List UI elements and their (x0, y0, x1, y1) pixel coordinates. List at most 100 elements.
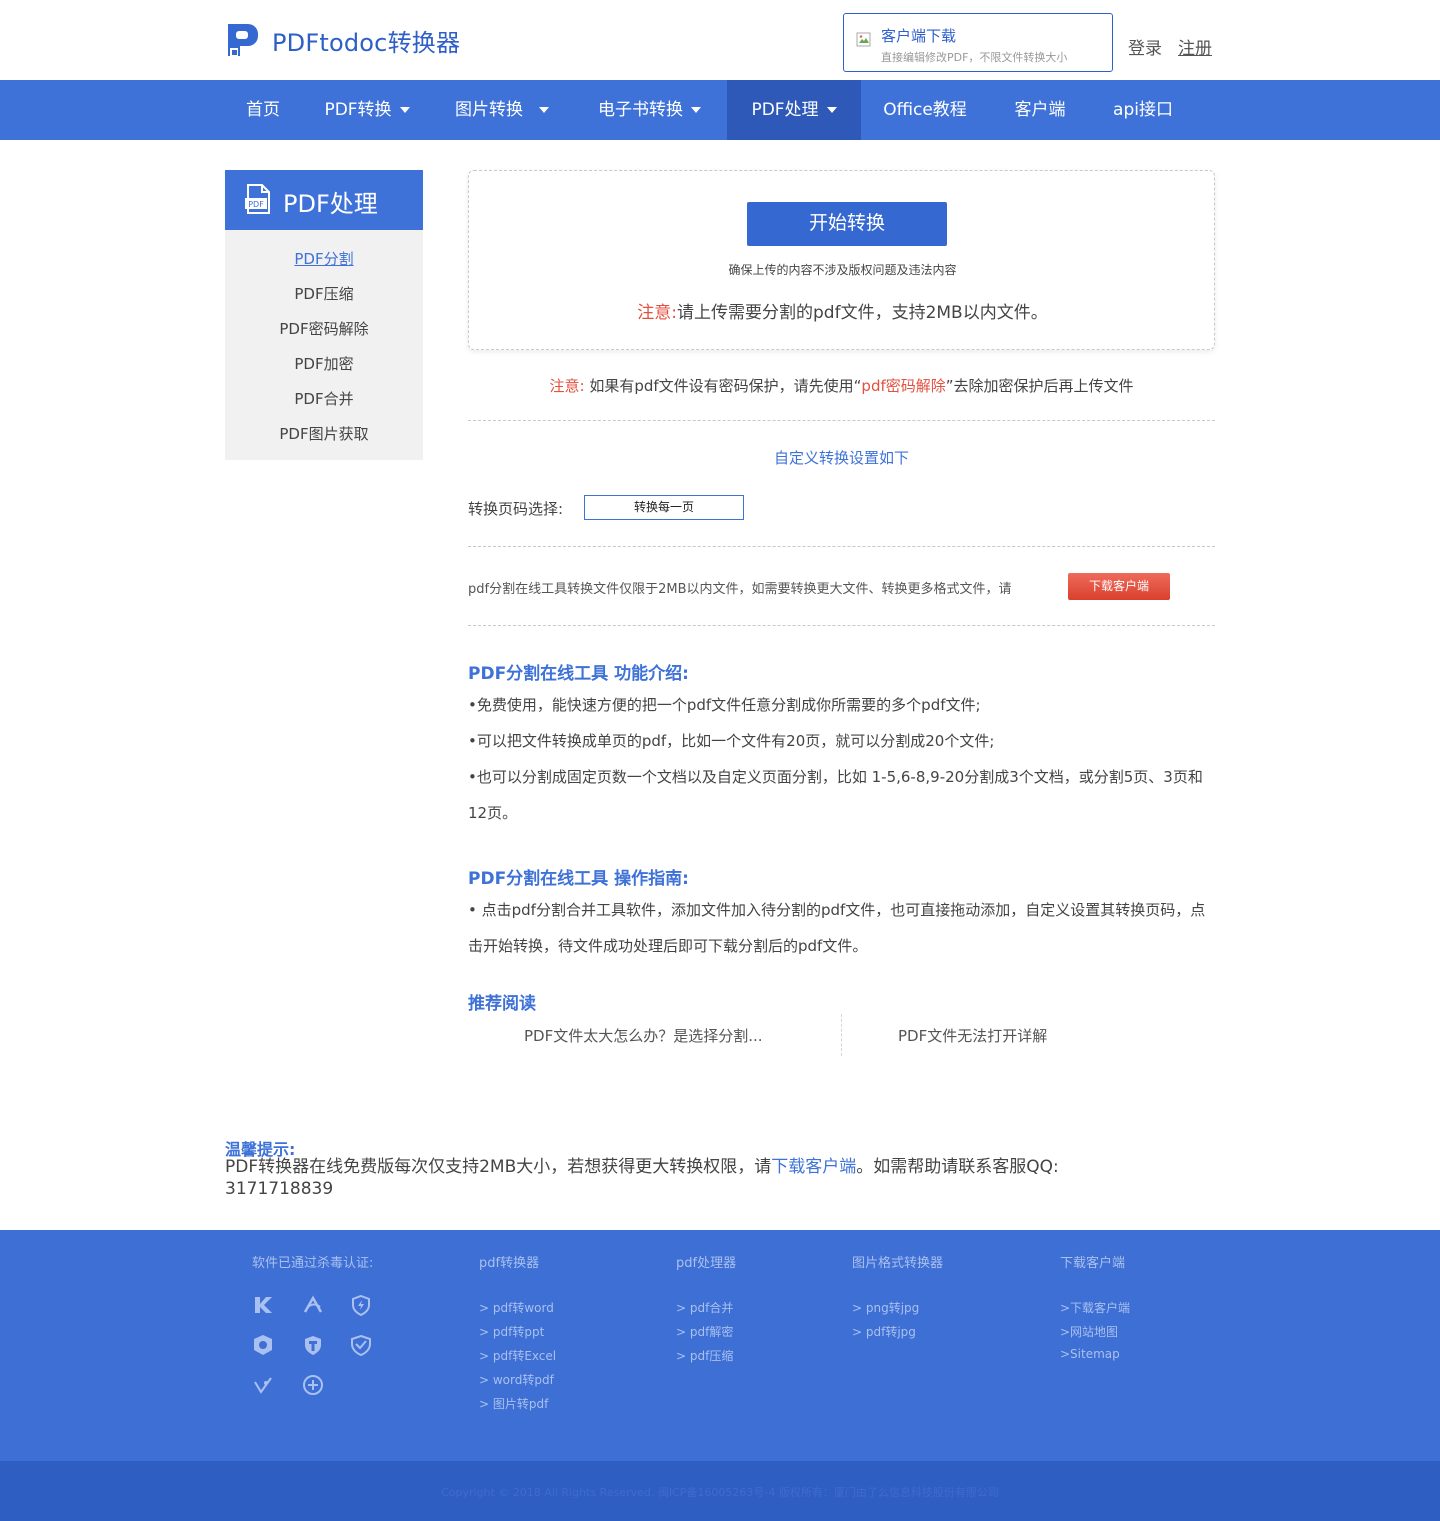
footer-col-title-pdf-converter: pdf转换器 (479, 1256, 540, 1271)
caret-down-icon (399, 107, 410, 113)
sidebar-item-pdf-encrypt[interactable]: PDF加密 (225, 353, 423, 374)
nav-label: 电子书转换 (598, 100, 683, 120)
sidebar-item-pdf-compress[interactable]: PDF压缩 (225, 283, 423, 304)
caret-down-icon (539, 107, 549, 113)
divider (468, 546, 1215, 547)
360-shield-icon (254, 1335, 272, 1355)
password-note-prefix: 注意: (549, 377, 585, 395)
pdf-file-icon: PDF (245, 184, 270, 214)
feature-intro-line: •也可以分割成固定页数一个文档以及自定义页面分割，比如 1-5,6-8,9-20… (468, 768, 1203, 822)
sidebar-item-pdf-merge[interactable]: PDF合并 (225, 388, 423, 409)
feature-intro-line: •可以把文件转换成单页的pdf，比如一个文件有20页，就可以分割成20个文件; (468, 732, 995, 750)
nav-label: 首页 (246, 100, 280, 120)
nav-label: PDF处理 (751, 100, 819, 120)
site-logo[interactable]: PDFtodoc转换器 (224, 22, 460, 58)
copyright-bar: Copyright © 2018 All Rights Reserved. 闽I… (0, 1461, 1440, 1521)
footer-security-title: 软件已通过杀毒认证: (252, 1256, 374, 1271)
footer-link[interactable]: > pdf转ppt (479, 1323, 544, 1340)
footer-col-title-download-client: 下载客户端 (1060, 1256, 1126, 1271)
page-range-select[interactable]: 转换每一页 (584, 495, 744, 520)
nav-item-office-tutorial[interactable]: Office教程 (861, 80, 989, 140)
feature-intro-title: PDF分割在线工具 功能介绍: (468, 664, 689, 684)
recommend-link[interactable]: PDF文件太大怎么办？是选择分割... (524, 1025, 763, 1046)
size-limit-text: pdf分割在线工具转换文件仅限于2MB以内文件，如需要转换更大文件、转换更多格式… (468, 582, 1012, 597)
divider (468, 420, 1215, 421)
footer-link[interactable]: > pdf转Excel (479, 1347, 556, 1364)
plus-circle-icon (303, 1375, 323, 1395)
sidebar-item-pdf-password-remove[interactable]: PDF密码解除 (225, 318, 423, 339)
nav-item-ebook-convert[interactable]: 电子书转换 (572, 80, 727, 140)
password-note-text-end: ”去除加密保护后再上传文件 (945, 377, 1134, 395)
avira-icon (303, 1295, 323, 1313)
client-download-box[interactable]: 客户端下载 直接编辑修改PDF，不限文件转换大小 (843, 13, 1113, 72)
footer-col-title-pdf-processor: pdf处理器 (676, 1256, 737, 1271)
tip-download-client-link[interactable]: 下载客户端 (771, 1157, 856, 1177)
footer-link[interactable]: > pdf转jpg (852, 1323, 916, 1340)
footer-link[interactable]: > pdf合并 (676, 1299, 733, 1316)
password-note: 注意: 如果有pdf文件设有密码保护，请先使用“pdf密码解除”去除加密保护后再… (468, 375, 1215, 396)
password-note-text: 如果有pdf文件设有密码保护，请先使用“ (589, 377, 862, 395)
sidebar-header: PDF PDF处理 (225, 170, 423, 230)
copyright-note: 确保上传的内容不涉及版权问题及违法内容 (728, 263, 957, 277)
download-client-button[interactable]: 下载客户端 (1068, 573, 1170, 600)
check-shield-icon (351, 1334, 371, 1356)
nav-label: Office教程 (883, 100, 967, 120)
site-header: PDFtodoc转换器 客户端下载 直接编辑修改PDF，不限文件转换大小 登录 … (0, 0, 1440, 80)
upload-dropzone[interactable]: 开始转换 确保上传的内容不涉及版权问题及违法内容 注意:请上传需要分割的pdf文… (468, 170, 1215, 350)
nav-label: PDF转换 (324, 100, 392, 120)
shield-bolt-icon (352, 1294, 370, 1316)
upload-warning: 注意:请上传需要分割的pdf文件，支持2MB以内文件。 (469, 298, 1216, 323)
tip-text-start: PDF转换器在线免费版每次仅支持2MB大小，若想获得更大转换权限，请 (225, 1157, 772, 1177)
nav-label: 客户端 (1014, 100, 1066, 120)
footer-link[interactable]: > png转jpg (852, 1299, 919, 1316)
ladybug-icon (254, 1377, 272, 1394)
warning-text: 请上传需要分割的pdf文件，支持2MB以内文件。 (677, 303, 1048, 323)
tencent-shield-icon (305, 1336, 321, 1355)
warning-prefix: 注意: (637, 303, 677, 323)
footer-link[interactable]: > pdf压缩 (676, 1347, 733, 1364)
page-select-label: 转换页码选择: (468, 500, 564, 518)
login-link[interactable]: 登录 (1128, 34, 1162, 59)
recommend-title: 推荐阅读 (468, 994, 536, 1014)
password-remove-link[interactable]: pdf密码解除 (861, 377, 945, 395)
divider (841, 1014, 842, 1056)
nav-item-api[interactable]: api接口 (1091, 80, 1195, 140)
broken-image-icon (856, 32, 871, 47)
footer-link[interactable]: >下载客户端 (1060, 1299, 1130, 1316)
recommend-link[interactable]: PDF文件无法打开详解 (898, 1025, 1047, 1046)
pdf-logo-icon (228, 24, 258, 56)
copyright-text: Copyright © 2018 All Rights Reserved. 闽I… (441, 1486, 999, 1499)
footer-link[interactable]: >网站地图 (1060, 1323, 1118, 1340)
sidebar-title: PDF处理 (283, 190, 378, 218)
logo-text: PDFtodoc转换器 (272, 28, 461, 57)
tip-text: PDF转换器在线免费版每次仅支持2MB大小，若想获得更大转换权限，请下载客户端。… (225, 1156, 1125, 1200)
main-nav: 首页 PDF转换 图片转换 电子书转换 PDF处理 Office教程 客户端 a… (0, 80, 1440, 140)
nav-item-image-convert[interactable]: 图片转换 (432, 80, 572, 140)
caret-down-icon (826, 107, 837, 113)
sidebar: PDF PDF处理 PDF分割 PDF压缩 PDF密码解除 PDF加密 PDF合… (225, 170, 423, 460)
caret-down-icon (691, 107, 701, 113)
nav-label: api接口 (1113, 100, 1173, 120)
kaspersky-icon (255, 1297, 272, 1313)
site-footer: 软件已通过杀毒认证: pdf转换器 > pdf转word > pdf转ppt >… (0, 1230, 1440, 1461)
footer-link[interactable]: > word转pdf (479, 1371, 554, 1388)
sidebar-item-pdf-split[interactable]: PDF分割 (225, 248, 423, 269)
guide-title: PDF分割在线工具 操作指南: (468, 869, 689, 889)
sidebar-item-pdf-image-extract[interactable]: PDF图片获取 (225, 423, 423, 444)
client-download-subtitle: 直接编辑修改PDF，不限文件转换大小 (881, 51, 1068, 64)
client-download-title: 客户端下载 (881, 27, 957, 45)
footer-link[interactable]: > 图片转pdf (479, 1395, 548, 1412)
feature-intro-line: •免费使用，能快速方便的把一个pdf文件任意分割成你所需要的多个pdf文件; (468, 696, 981, 714)
nav-item-client[interactable]: 客户端 (989, 80, 1091, 140)
svg-text:PDF: PDF (248, 200, 264, 209)
nav-label: 图片转换 (455, 100, 523, 120)
start-convert-button[interactable]: 开始转换 (747, 202, 947, 246)
footer-link[interactable]: >Sitemap (1060, 1347, 1120, 1361)
nav-item-pdf-convert[interactable]: PDF转换 (302, 80, 432, 140)
nav-item-home[interactable]: 首页 (224, 80, 302, 140)
footer-link[interactable]: > pdf解密 (676, 1323, 733, 1340)
register-link[interactable]: 注册 (1178, 34, 1212, 59)
footer-link[interactable]: > pdf转word (479, 1299, 554, 1316)
custom-settings-title: 自定义转换设置如下 (773, 449, 909, 467)
nav-item-pdf-process[interactable]: PDF处理 (727, 80, 861, 140)
